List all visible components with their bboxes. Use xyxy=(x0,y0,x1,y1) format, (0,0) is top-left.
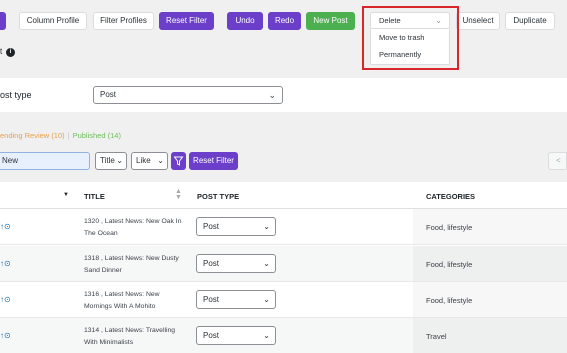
filter-icon xyxy=(173,156,184,166)
header-categories[interactable]: CATEGORIES xyxy=(426,192,475,201)
header-title[interactable]: TITLE xyxy=(84,192,105,201)
row-categories[interactable]: Food, lifestyle xyxy=(426,260,472,269)
published-link[interactable]: Published (14) xyxy=(73,131,121,140)
search-operator-selected: Like xyxy=(136,156,151,165)
status-separator: | xyxy=(67,131,70,140)
redo-button[interactable]: Redo xyxy=(268,12,301,30)
chevron-down-icon: ⌄ xyxy=(263,331,270,340)
column-profile-button[interactable]: Column Profile xyxy=(19,12,87,30)
prev-page-button[interactable]: < xyxy=(548,152,567,170)
post-type-select[interactable]: Post ⌄ xyxy=(93,86,283,104)
row-actions[interactable]: ↑⊙ xyxy=(0,222,11,231)
search-field-select[interactable]: Title ⌄ xyxy=(95,152,127,170)
row-categories[interactable]: Food, lifestyle xyxy=(426,223,472,232)
reset-filter-button[interactable]: Reset Filter xyxy=(159,12,214,30)
pending-review-link[interactable]: ending Review (10) xyxy=(0,131,65,140)
unselect-button[interactable]: Unselect xyxy=(456,12,500,30)
highlight-frame xyxy=(362,6,459,70)
status-links: ending Review (10) | Published (14) xyxy=(0,131,121,140)
row-title[interactable]: 1314 , Latest News: Travelling With Mini… xyxy=(84,325,184,349)
new-post-button[interactable]: New Post xyxy=(306,12,355,30)
row-post-type-select[interactable]: Post ⌄ xyxy=(196,290,276,309)
row-actions[interactable]: ↑⊙ xyxy=(0,295,11,304)
chevron-down-icon: ⌄ xyxy=(263,295,270,304)
chevron-down-icon: ⌄ xyxy=(263,222,270,231)
bulk-edit-button[interactable] xyxy=(0,12,6,30)
sort-icon[interactable]: ▲ ▼ xyxy=(175,188,182,201)
row-title[interactable]: 1318 , Latest News: New Dusty Sand Dinne… xyxy=(84,253,184,277)
search-field-selected: Title xyxy=(100,156,115,165)
search-reset-filter-button[interactable]: Reset Filter xyxy=(189,152,238,170)
chevron-down-icon: ⌄ xyxy=(263,259,270,268)
table-row: ↑⊙ 1316 , Latest News: New Mornings With… xyxy=(0,282,567,318)
toolbar: Column Profile Filter Profiles Reset Fil… xyxy=(0,0,567,70)
row-post-type-select[interactable]: Post ⌄ xyxy=(196,254,276,273)
header-post-type[interactable]: POST TYPE xyxy=(197,192,239,201)
eye-icon[interactable]: ⊙ xyxy=(4,259,11,268)
row-actions[interactable]: ↑⊙ xyxy=(0,259,11,268)
row-post-type-select[interactable]: Post ⌄ xyxy=(196,217,276,236)
row-categories[interactable]: Travel xyxy=(426,332,447,341)
row-title[interactable]: 1320 , Latest News: New Oak In The Ocean xyxy=(84,216,184,240)
post-type-label: ost type xyxy=(0,90,32,100)
chevron-down-icon: ⌄ xyxy=(157,156,164,165)
post-type-selected: Post xyxy=(100,90,117,99)
search-input[interactable]: New xyxy=(0,152,90,170)
table-row: ↑⊙ 1318 , Latest News: New Dusty Sand Di… xyxy=(0,246,567,282)
chevron-down-icon: ⌄ xyxy=(116,156,123,165)
row-title[interactable]: 1316 , Latest News: New Mornings With A … xyxy=(84,289,184,313)
eye-icon[interactable]: ⊙ xyxy=(4,331,11,340)
row-actions[interactable]: ↑⊙ xyxy=(0,331,11,340)
eye-icon[interactable]: ⊙ xyxy=(4,222,11,231)
table-row: ↑⊙ 1314 , Latest News: Travelling With M… xyxy=(0,318,567,353)
duplicate-button[interactable]: Duplicate xyxy=(505,12,555,30)
row-post-type-value: Post xyxy=(203,222,220,231)
row-post-type-value: Post xyxy=(203,259,220,268)
row-post-type-value: Post xyxy=(203,295,220,304)
filter-button[interactable] xyxy=(171,152,186,170)
row-post-type-value: Post xyxy=(203,331,220,340)
search-operator-select[interactable]: Like ⌄ xyxy=(131,152,168,170)
table-header: ▼ TITLE ▲ ▼ POST TYPE CATEGORIES xyxy=(0,182,567,209)
filter-profiles-button[interactable]: Filter Profiles xyxy=(93,12,154,30)
table-row: ↑⊙ 1320 , Latest News: New Oak In The Oc… xyxy=(0,209,567,245)
row-post-type-select[interactable]: Post ⌄ xyxy=(196,326,276,345)
undo-button[interactable]: Undo xyxy=(227,12,263,30)
sort-caret-icon[interactable]: ▼ xyxy=(63,192,69,198)
post-type-filter-row xyxy=(0,78,567,112)
settings-label: t xyxy=(0,47,3,56)
row-categories[interactable]: Food, lifestyle xyxy=(426,296,472,305)
eye-icon[interactable]: ⊙ xyxy=(4,295,11,304)
chevron-down-icon: ⌄ xyxy=(268,90,276,100)
info-icon[interactable]: i xyxy=(6,48,15,57)
posts-table: ▼ TITLE ▲ ▼ POST TYPE CATEGORIES ↑⊙ 1320 … xyxy=(0,182,567,353)
